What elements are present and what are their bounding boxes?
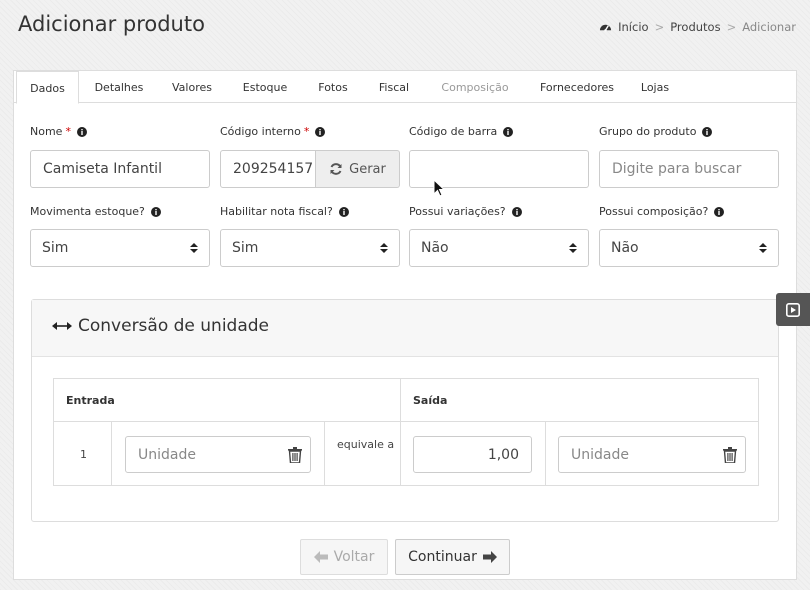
play-square-icon (786, 302, 800, 317)
mouse-cursor-icon (433, 179, 445, 197)
saida-unit-input[interactable]: Unidade (558, 436, 746, 473)
info-icon[interactable] (338, 206, 349, 217)
composicao-label: Possui composição? (599, 205, 725, 218)
nome-input[interactable]: Camiseta Infantil (30, 150, 210, 188)
info-icon[interactable] (150, 206, 161, 217)
required-mark: * (65, 125, 71, 138)
tab-detalhes[interactable]: Detalhes (84, 71, 154, 104)
breadcrumb-current: Adicionar (742, 20, 796, 34)
tab-fornecedores[interactable]: Fornecedores (531, 71, 623, 104)
conversion-title: Conversão de unidade (52, 316, 269, 336)
arrows-horizontal-icon (52, 322, 72, 330)
sort-caret-icon (569, 243, 577, 253)
movimenta-estoque-select[interactable]: Sim (30, 229, 210, 267)
variacoes-label: Possui variações? (409, 205, 522, 218)
conversion-panel-header: Conversão de unidade (32, 300, 778, 357)
tab-composicao: Composição (441, 81, 509, 94)
trash-icon[interactable] (723, 446, 737, 463)
tab-lojas[interactable]: Lojas (634, 71, 676, 104)
tab-dados[interactable]: Dados (16, 71, 79, 104)
nome-label: Nome * (30, 125, 87, 138)
breadcrumb: Início > Produtos > Adicionar (599, 20, 796, 34)
saida-quantity-input[interactable]: 1,00 (413, 436, 532, 473)
tab-bar: Dados Detalhes Valores Estoque Fotos Fis… (14, 71, 796, 104)
codigo-barra-label: Código de barra (409, 125, 514, 138)
sort-caret-icon (759, 243, 767, 253)
tab-estoque[interactable]: Estoque (232, 71, 298, 104)
conversion-table: Entrada Saída 1 Unidade equivale a 1,00 … (53, 378, 759, 486)
info-icon[interactable] (702, 126, 713, 137)
page-header: Adicionar produto Início > Produtos > Ad… (0, 0, 810, 56)
variacoes-select[interactable]: Não (409, 229, 589, 267)
composicao-select[interactable]: Não (599, 229, 779, 267)
trash-icon[interactable] (288, 446, 302, 463)
entrada-header: Entrada (54, 379, 400, 422)
page-title: Adicionar produto (18, 12, 205, 36)
column-divider (545, 422, 546, 485)
nota-fiscal-label: Habilitar nota fiscal? (220, 205, 349, 218)
voltar-button[interactable]: Voltar (300, 539, 388, 575)
equivale-text: equivale a (337, 438, 395, 451)
gerar-button[interactable]: Gerar (316, 150, 400, 188)
entrada-unit-input[interactable]: Unidade (125, 436, 311, 473)
breadcrumb-separator: > (726, 20, 737, 34)
refresh-icon (330, 163, 342, 175)
entrada-quantity: 1 (80, 448, 87, 461)
product-card: Dados Detalhes Valores Estoque Fotos Fis… (13, 70, 797, 580)
info-icon[interactable] (503, 126, 514, 137)
codigo-interno-label: Código interno * (220, 125, 326, 138)
tab-valores[interactable]: Valores (161, 71, 223, 104)
continuar-button[interactable]: Continuar (395, 539, 510, 575)
breadcrumb-produtos[interactable]: Produtos (670, 20, 720, 34)
dashboard-icon (600, 24, 612, 31)
column-divider (400, 379, 401, 485)
breadcrumb-home[interactable]: Início (618, 20, 648, 34)
sort-caret-icon (190, 243, 198, 253)
movimenta-estoque-label: Movimenta estoque? (30, 205, 161, 218)
side-panel-toggle[interactable] (776, 293, 810, 326)
grupo-input[interactable]: Digite para buscar (599, 150, 779, 188)
info-icon[interactable] (315, 126, 326, 137)
grupo-label: Grupo do produto (599, 125, 713, 138)
tab-fiscal[interactable]: Fiscal (369, 71, 419, 104)
required-mark: * (303, 125, 310, 138)
info-icon[interactable] (714, 206, 725, 217)
column-divider (111, 422, 112, 485)
conversion-panel: Conversão de unidade Entrada Saída 1 Uni… (31, 299, 779, 522)
arrow-right-icon (482, 551, 497, 563)
nota-fiscal-select[interactable]: Sim (220, 229, 400, 267)
codigo-interno-input[interactable]: 209254157 (220, 150, 316, 188)
tab-fotos[interactable]: Fotos (308, 71, 358, 104)
arrow-left-icon (313, 551, 328, 563)
info-icon[interactable] (511, 206, 522, 217)
breadcrumb-separator: > (654, 20, 665, 34)
info-icon[interactable] (76, 126, 87, 137)
sort-caret-icon (380, 243, 388, 253)
column-divider (324, 422, 325, 485)
saida-header: Saída (401, 379, 758, 422)
